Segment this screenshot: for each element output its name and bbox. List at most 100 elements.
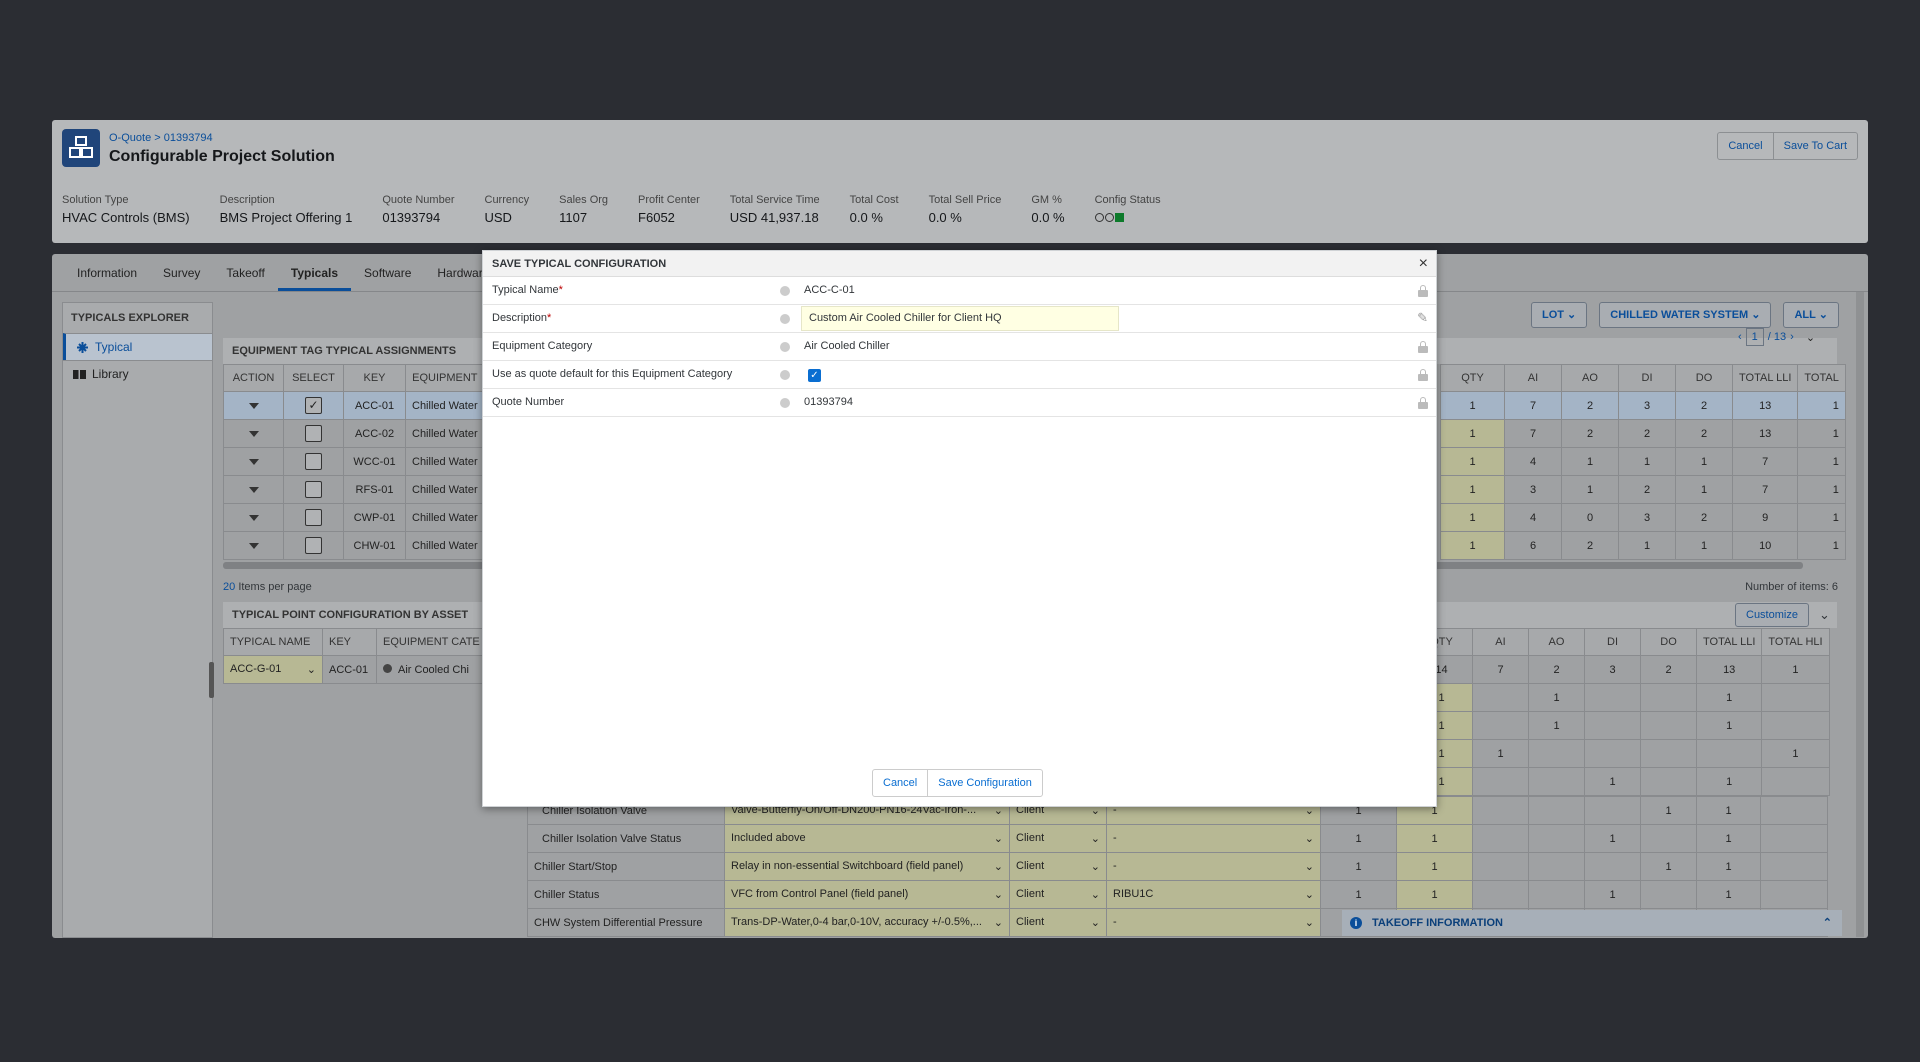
save-to-cart-button[interactable]: Save To Cart: [1772, 133, 1857, 159]
sup-select[interactable]: Client ⌄: [1009, 908, 1107, 937]
table-row[interactable]: Chiller Isolation Valve Status Included a…: [527, 824, 1828, 853]
column-header[interactable]: TOTAL LLI: [1695, 628, 1763, 656]
tab-takeoff[interactable]: Takeoff: [213, 254, 277, 291]
table-row[interactable]: Chiller Start/Stop Relay in non-essential…: [527, 852, 1828, 881]
select-cell[interactable]: [283, 503, 344, 532]
close-icon[interactable]: ×: [1419, 251, 1428, 277]
row-checkbox[interactable]: [305, 425, 322, 442]
select-cell[interactable]: [283, 419, 344, 448]
table-row[interactable]: 14 7 2 3 2 13 1: [1410, 655, 1830, 684]
table-row[interactable]: 1 7 2 2 2 13 1: [1440, 419, 1846, 448]
chevron-down-icon[interactable]: ⌄: [1305, 916, 1314, 929]
table-row[interactable]: 1 6 2 1 1 10 1: [1440, 531, 1846, 560]
row-checkbox[interactable]: [305, 481, 322, 498]
takeoff-info-bar[interactable]: i TAKEOFF INFORMATION ⌃: [1342, 910, 1842, 936]
dialog-cancel-button[interactable]: Cancel: [873, 770, 927, 796]
action-cell[interactable]: [223, 419, 284, 448]
column-header[interactable]: SELECT: [283, 364, 344, 392]
pane-splitter[interactable]: [209, 662, 214, 698]
tab-information[interactable]: Information: [64, 254, 150, 291]
dev-select[interactable]: Included above ⌄: [724, 824, 1010, 853]
info-icon[interactable]: [780, 370, 790, 380]
column-header[interactable]: AI: [1472, 628, 1529, 656]
tag-select[interactable]: RIBU1C ⌄: [1106, 880, 1321, 909]
info-icon[interactable]: [780, 314, 790, 324]
cancel-button[interactable]: Cancel: [1718, 133, 1772, 159]
row-checkbox[interactable]: [305, 453, 322, 470]
row-checkbox[interactable]: [305, 537, 322, 554]
column-header[interactable]: AO: [1528, 628, 1585, 656]
row-checkbox[interactable]: ✓: [305, 397, 322, 414]
sidebar-item-typical[interactable]: Typical: [63, 333, 212, 360]
tab-survey[interactable]: Survey: [150, 254, 213, 291]
dev-select[interactable]: Relay in non-essential Switchboard (fiel…: [724, 852, 1010, 881]
chevron-up-icon[interactable]: ⌃: [1823, 910, 1832, 936]
dropdown-icon[interactable]: [248, 486, 259, 493]
table-row[interactable]: 1312171: [1440, 475, 1846, 504]
column-header[interactable]: QTY: [1440, 364, 1505, 392]
dev-select[interactable]: Trans-DP-Water,0-4 bar,0-10V, accuracy +…: [724, 908, 1010, 937]
sidebar-item-library[interactable]: Library: [63, 360, 212, 387]
info-icon[interactable]: [780, 398, 790, 408]
column-header[interactable]: AI: [1504, 364, 1562, 392]
action-cell[interactable]: [223, 475, 284, 504]
column-header[interactable]: DO: [1640, 628, 1697, 656]
dropdown-icon[interactable]: [248, 430, 259, 437]
sup-select[interactable]: Client ⌄: [1009, 824, 1107, 853]
table-row[interactable]: 111: [1410, 711, 1830, 740]
sup-select[interactable]: Client ⌄: [1009, 852, 1107, 881]
table-row[interactable]: ACC-02 Chilled Water: [223, 419, 485, 448]
column-header[interactable]: TOTAL: [1797, 364, 1846, 392]
prev-page-icon[interactable]: ‹: [1738, 331, 1742, 343]
select-cell[interactable]: ✓: [283, 391, 344, 420]
save-configuration-button[interactable]: Save Configuration: [927, 770, 1042, 796]
column-header[interactable]: ACTION: [223, 364, 284, 392]
tag-select[interactable]: - ⌄: [1106, 908, 1321, 937]
action-cell[interactable]: [223, 391, 284, 420]
table-row[interactable]: CWP-01 Chilled Water: [223, 503, 485, 532]
collapse-icon[interactable]: ⌄: [1806, 331, 1815, 344]
breadcrumb[interactable]: O-Quote > 01393794: [109, 132, 213, 144]
all-filter[interactable]: ALL ⌄: [1783, 302, 1839, 328]
collapse-icon[interactable]: ⌄: [1819, 607, 1830, 623]
column-header[interactable]: KEY: [343, 364, 406, 392]
table-row[interactable]: Chiller Status VFC from Control Panel (fi…: [527, 880, 1828, 909]
table-row[interactable]: WCC-01 Chilled Water: [223, 447, 485, 476]
chevron-down-icon[interactable]: ⌄: [1091, 860, 1100, 873]
table-row[interactable]: 1403291: [1440, 503, 1846, 532]
chevron-down-icon[interactable]: ⌄: [1091, 832, 1100, 845]
select-cell[interactable]: [283, 447, 344, 476]
row-checkbox[interactable]: [305, 509, 322, 526]
action-cell[interactable]: [223, 531, 284, 560]
tab-typicals[interactable]: Typicals: [277, 254, 352, 291]
tag-select[interactable]: - ⌄: [1106, 852, 1321, 881]
column-header[interactable]: TOTAL HLI: [1761, 628, 1830, 656]
chevron-down-icon[interactable]: ⌄: [994, 832, 1003, 845]
table-row[interactable]: 111: [1410, 683, 1830, 712]
select-cell[interactable]: [283, 531, 344, 560]
info-icon[interactable]: [780, 286, 790, 296]
chevron-down-icon[interactable]: ⌄: [1305, 832, 1314, 845]
column-header[interactable]: AO: [1561, 364, 1619, 392]
chevron-down-icon[interactable]: ⌄: [307, 663, 316, 676]
table-row[interactable]: 1 7 2 3 2 13 1: [1440, 391, 1846, 420]
dropdown-icon[interactable]: [248, 514, 259, 521]
column-header[interactable]: TOTAL LLI: [1731, 364, 1799, 392]
chevron-down-icon[interactable]: ⌄: [1305, 860, 1314, 873]
chevron-down-icon[interactable]: ⌄: [994, 916, 1003, 929]
table-row[interactable]: RFS-01 Chilled Water: [223, 475, 485, 504]
table-row[interactable]: 111: [1410, 767, 1830, 796]
collapse-icon[interactable]: [383, 663, 392, 673]
next-page-icon[interactable]: ›: [1790, 331, 1794, 343]
action-cell[interactable]: [223, 503, 284, 532]
chevron-down-icon[interactable]: ⌄: [1091, 916, 1100, 929]
chevron-down-icon[interactable]: ⌄: [994, 888, 1003, 901]
tag-select[interactable]: - ⌄: [1106, 824, 1321, 853]
info-icon[interactable]: [780, 342, 790, 352]
table-row[interactable]: ✓ ACC-01 Chilled Water: [223, 391, 485, 420]
chevron-down-icon[interactable]: ⌄: [1305, 888, 1314, 901]
column-header[interactable]: TYPICAL NAME: [223, 628, 323, 656]
typical-name-select[interactable]: ACC-G-01 ⌄: [223, 655, 323, 684]
column-header[interactable]: DO: [1675, 364, 1733, 392]
column-header[interactable]: EQUIPMENT: [405, 364, 485, 392]
